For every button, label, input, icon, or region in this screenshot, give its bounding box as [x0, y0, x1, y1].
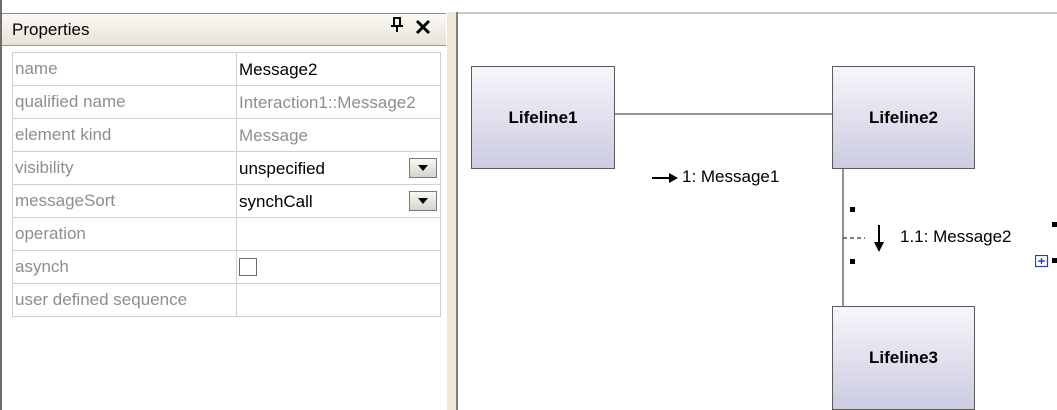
property-key: operation — [12, 217, 237, 251]
chevron-down-icon — [418, 197, 428, 204]
panel-splitter[interactable] — [446, 12, 458, 410]
panel-title: Properties — [12, 20, 90, 39]
properties-panel: Properties name Message2 qualified name … — [0, 0, 446, 410]
property-key: qualified name — [12, 85, 237, 119]
element-kind-value: Message — [236, 118, 441, 152]
pin-icon[interactable] — [387, 17, 407, 41]
property-value: synchCall — [239, 191, 313, 211]
asynch-checkbox[interactable] — [239, 257, 257, 276]
property-value: Message2 — [239, 59, 318, 79]
properties-titlebar: Properties — [2, 13, 446, 46]
lifeline-3[interactable]: Lifeline3 — [832, 306, 975, 410]
message-label[interactable]: 1.1: Message2 — [900, 227, 1012, 247]
selection-handle[interactable] — [850, 207, 855, 212]
expand-icon[interactable] — [1034, 254, 1049, 273]
operation-field[interactable] — [236, 217, 441, 251]
asynch-cell — [236, 250, 441, 284]
selection-handle[interactable] — [1052, 258, 1057, 263]
property-key: asynch — [12, 250, 237, 284]
lifeline-label: Lifeline1 — [508, 107, 578, 127]
close-icon[interactable] — [412, 16, 434, 42]
property-value: Interaction1::Message2 — [239, 92, 416, 112]
property-value: unspecified — [239, 158, 326, 178]
property-key: element kind — [12, 118, 237, 152]
lifeline-label: Lifeline2 — [869, 107, 938, 127]
properties-grid: name Message2 qualified name Interaction… — [12, 52, 441, 317]
property-value: Message — [239, 125, 308, 145]
property-row-user-defined-sequence: user defined sequence — [12, 283, 441, 317]
lifeline-2[interactable]: Lifeline2 — [832, 66, 975, 169]
property-key: name — [12, 52, 237, 86]
arrow-right-icon — [651, 171, 679, 190]
user-defined-sequence-field[interactable] — [236, 283, 441, 317]
property-row-name: name Message2 — [12, 52, 441, 86]
property-row-element-kind: element kind Message — [12, 118, 441, 152]
property-row-messagesort: messageSort synchCall — [12, 184, 441, 218]
visibility-dropdown-button[interactable] — [409, 157, 437, 178]
property-row-asynch: asynch — [12, 250, 441, 284]
diagram-canvas[interactable]: Lifeline1 Lifeline2 Lifeline3 1: Message… — [460, 14, 1057, 410]
qualified-name-value: Interaction1::Message2 — [236, 85, 441, 119]
selection-handle[interactable] — [1052, 222, 1057, 227]
messagesort-select[interactable]: synchCall — [236, 184, 441, 218]
lifeline-1[interactable]: Lifeline1 — [471, 66, 615, 169]
property-row-qualified-name: qualified name Interaction1::Message2 — [12, 85, 441, 119]
messagesort-dropdown-button[interactable] — [409, 190, 437, 211]
visibility-select[interactable]: unspecified — [236, 151, 441, 185]
message-label[interactable]: 1: Message1 — [682, 167, 779, 187]
selection-handle[interactable] — [850, 259, 855, 264]
property-row-visibility: visibility unspecified — [12, 151, 441, 185]
arrow-down-icon — [872, 224, 886, 259]
property-key: user defined sequence — [12, 283, 237, 317]
property-key: messageSort — [12, 184, 237, 218]
property-key: visibility — [12, 151, 237, 185]
name-field[interactable]: Message2 — [236, 52, 441, 86]
chevron-down-icon — [418, 164, 428, 171]
lifeline-label: Lifeline3 — [869, 348, 938, 367]
property-row-operation: operation — [12, 217, 441, 251]
